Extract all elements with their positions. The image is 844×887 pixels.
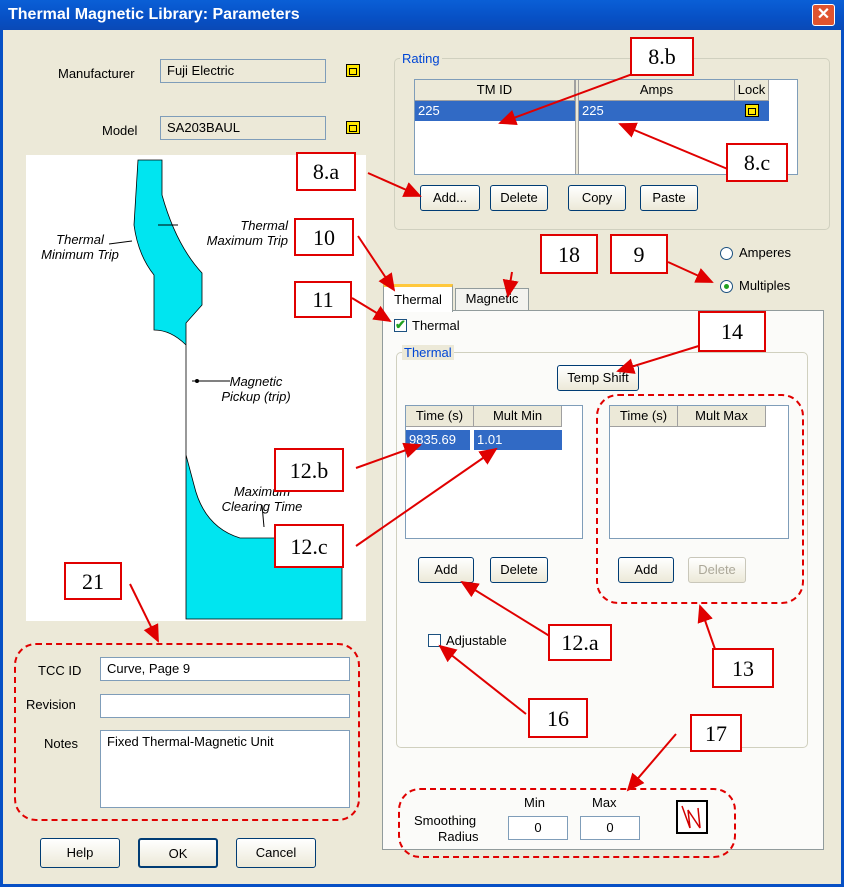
annotation-arrows xyxy=(129,71,731,792)
callout-12c: 12.c xyxy=(274,524,344,568)
callout-16: 16 xyxy=(528,698,588,738)
callout-18: 18 xyxy=(540,234,598,274)
callout-8b: 8.b xyxy=(630,37,694,76)
callout-17: 17 xyxy=(690,714,742,752)
callout-13: 13 xyxy=(712,648,774,688)
callout-14: 14 xyxy=(698,311,766,352)
callout-21: 21 xyxy=(64,562,122,600)
callout-9: 9 xyxy=(610,234,668,274)
callout-12a: 12.a xyxy=(548,624,612,661)
callout-12b: 12.b xyxy=(274,448,344,492)
callout-8c: 8.c xyxy=(726,143,788,182)
callout-11: 11 xyxy=(294,281,352,318)
callout-8a: 8.a xyxy=(296,152,356,191)
callout-10: 10 xyxy=(294,218,354,256)
